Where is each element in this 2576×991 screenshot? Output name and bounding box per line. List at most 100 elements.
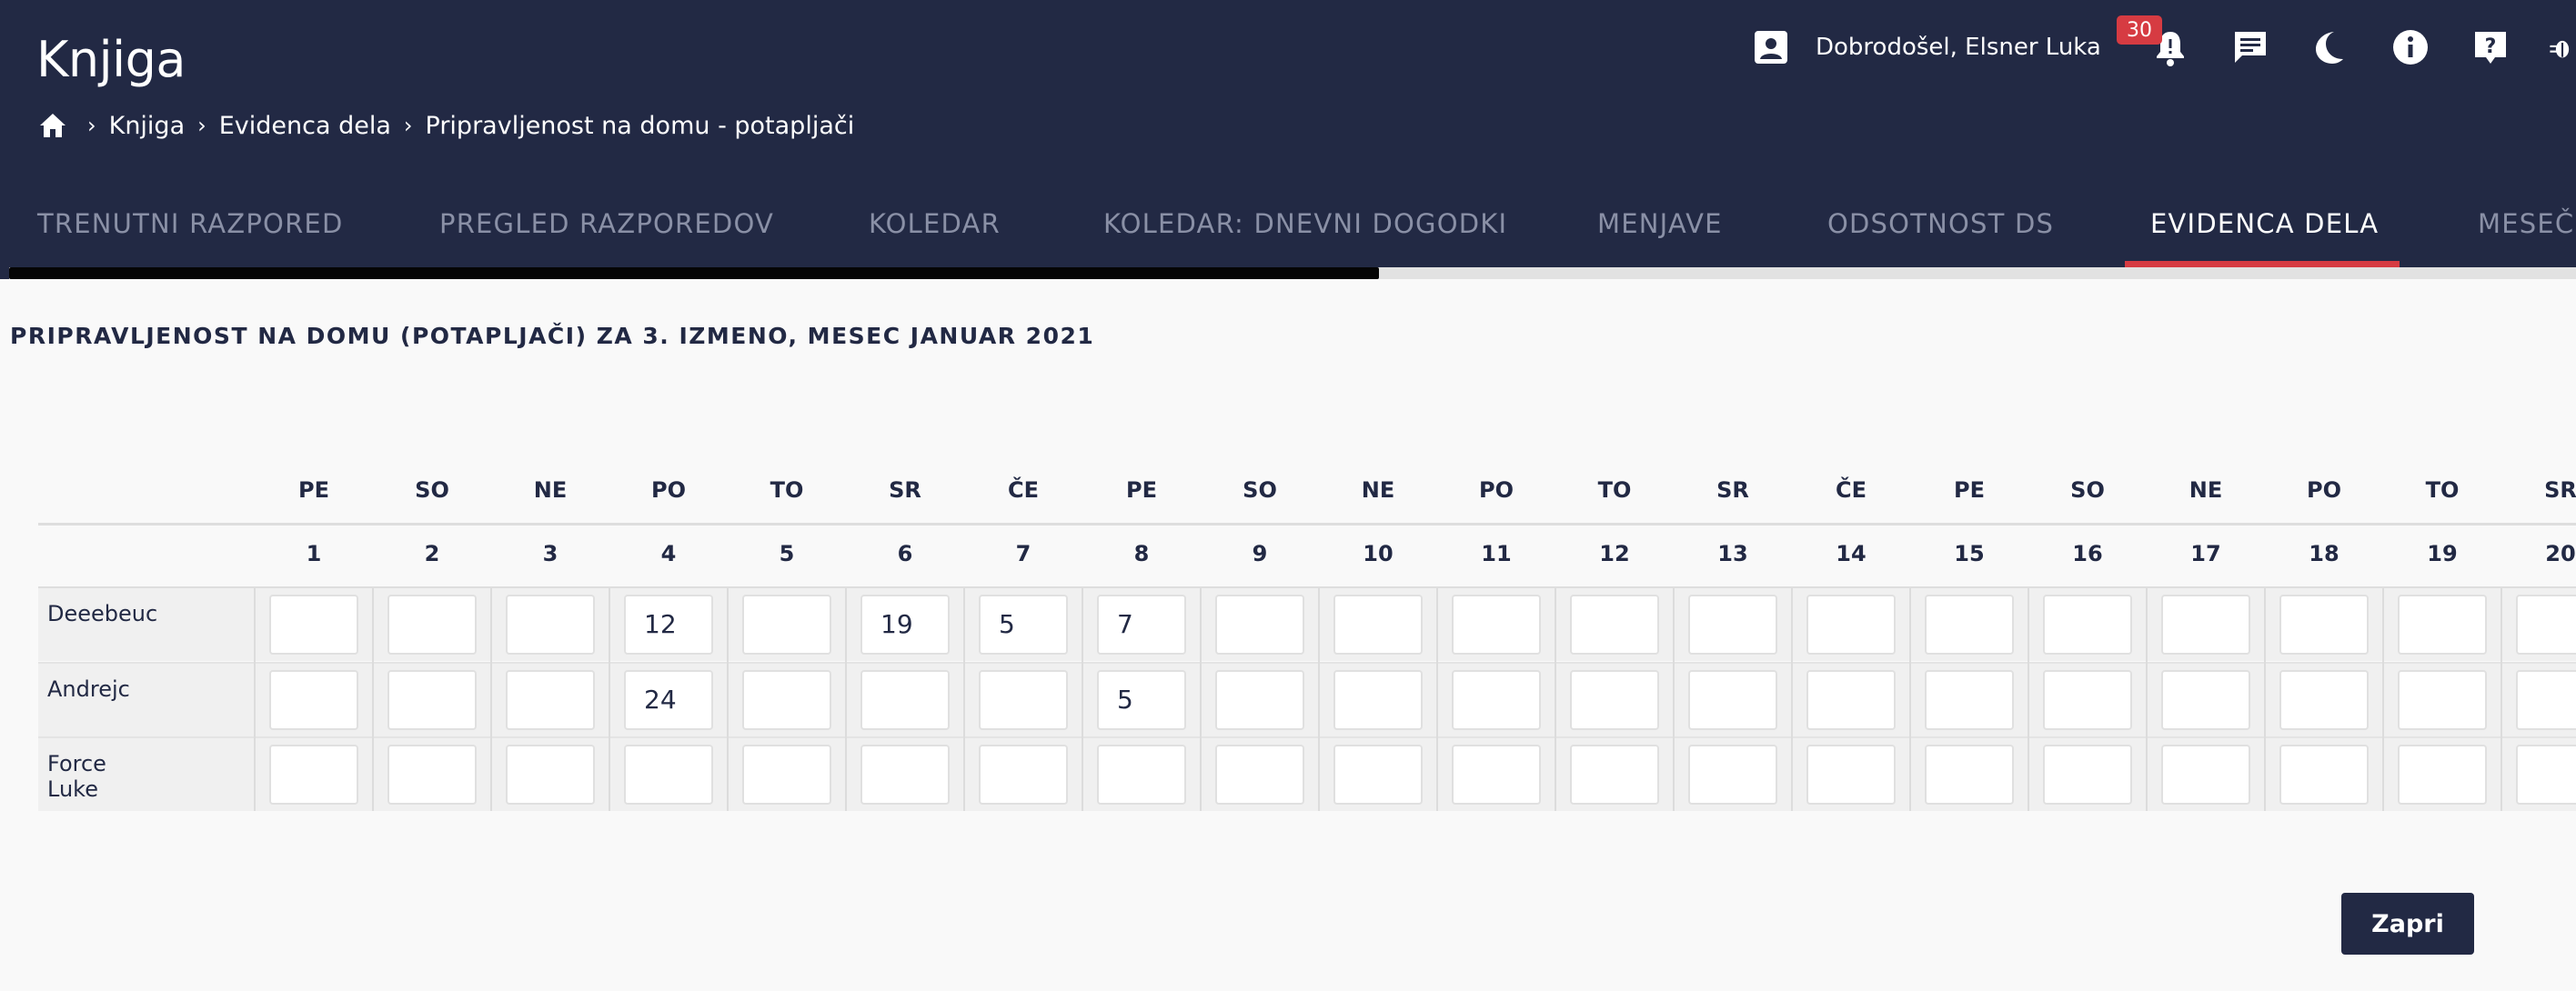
hours-input-cell[interactable] <box>1333 670 1423 730</box>
chevron-right-icon: › <box>87 113 96 138</box>
hours-input-cell[interactable] <box>2516 670 2576 730</box>
hours-input-cell[interactable] <box>860 670 950 730</box>
hours-input-cell[interactable]: 12 <box>624 595 713 655</box>
hours-input-cell[interactable] <box>2279 670 2369 730</box>
tab-menjave[interactable]: MENJAVE <box>1597 202 1723 267</box>
day-number-header: 8 <box>1133 541 1150 566</box>
hours-input-cell[interactable] <box>269 670 358 730</box>
hours-input-cell[interactable] <box>269 595 358 655</box>
hours-input-cell[interactable] <box>1806 745 1896 805</box>
hours-input-cell[interactable] <box>742 670 831 730</box>
hours-input-cell[interactable] <box>269 745 358 805</box>
day-number-header: 13 <box>1717 541 1748 566</box>
hours-input-cell[interactable] <box>2161 670 2250 730</box>
home-icon[interactable] <box>36 109 69 142</box>
breadcrumb-current: Pripravljenost na domu - potapljači <box>425 111 855 140</box>
day-number-header: 5 <box>779 541 795 566</box>
day-number-header: 2 <box>424 541 440 566</box>
hours-input-cell[interactable]: 19 <box>860 595 950 655</box>
close-button[interactable]: Zapri <box>2341 893 2474 955</box>
hours-input-cell[interactable]: 7 <box>1097 595 1186 655</box>
day-number-header: 10 <box>1363 541 1394 566</box>
hours-input-cell[interactable] <box>2161 745 2250 805</box>
hours-input-cell[interactable] <box>979 670 1068 730</box>
tab-koledar-dnevni-dogodki[interactable]: KOLEDAR: DNEVNI DOGODKI <box>1103 202 1507 267</box>
tab-scrollbar-thumb[interactable] <box>9 267 1379 279</box>
hours-input-cell[interactable] <box>2279 595 2369 655</box>
column-divider <box>2028 588 2029 811</box>
app-title: Knjiga <box>36 31 186 88</box>
hours-input-cell[interactable] <box>1688 745 1777 805</box>
hours-input-cell[interactable] <box>1570 745 1659 805</box>
hours-input-cell[interactable] <box>2043 745 2132 805</box>
hours-input-cell[interactable] <box>2516 595 2576 655</box>
user-menu[interactable]: Dobrodošel, Elsner Luka <box>1752 27 2101 67</box>
hours-input-cell[interactable]: 5 <box>979 595 1068 655</box>
tab-trenutni-razpored[interactable]: TRENUTNI RAZPORED <box>37 202 343 267</box>
hours-input-cell[interactable] <box>2398 745 2487 805</box>
hours-input-cell[interactable] <box>1925 595 2014 655</box>
hours-input-cell[interactable] <box>506 745 595 805</box>
breadcrumb-knjiga[interactable]: Knjiga <box>109 112 186 140</box>
bug-icon[interactable] <box>2549 27 2576 67</box>
hours-input-cell[interactable] <box>1215 670 1304 730</box>
hours-input-cell[interactable] <box>1097 745 1186 805</box>
hours-input-cell[interactable] <box>2161 595 2250 655</box>
hours-input-cell[interactable] <box>1452 745 1541 805</box>
column-divider <box>1555 588 1556 811</box>
hours-input-cell[interactable] <box>1688 595 1777 655</box>
hours-input-cell[interactable] <box>387 595 477 655</box>
hours-input-cell[interactable] <box>742 745 831 805</box>
hours-input-cell[interactable] <box>506 670 595 730</box>
hours-input-cell[interactable] <box>1452 595 1541 655</box>
tab-odsotnost-ds[interactable]: ODSOTNOST DS <box>1827 202 2054 267</box>
hours-input-cell[interactable]: 5 <box>1097 670 1186 730</box>
hours-input-cell[interactable] <box>1215 595 1304 655</box>
hours-input-cell[interactable] <box>1333 595 1423 655</box>
column-divider <box>1436 588 1438 811</box>
tab-koledar[interactable]: KOLEDAR <box>869 202 1001 267</box>
info-icon[interactable] <box>2390 27 2430 67</box>
hours-input-cell[interactable] <box>1806 670 1896 730</box>
hours-input-cell[interactable] <box>1333 745 1423 805</box>
hours-input-cell[interactable] <box>1570 595 1659 655</box>
tab-evidenca-dela[interactable]: EVIDENCA DELA <box>2150 202 2379 267</box>
tab-bar: TRENUTNI RAZPORED PREGLED RAZPOREDOV KOL… <box>0 202 2576 267</box>
day-number-header: 7 <box>1015 541 1031 566</box>
hours-input-cell[interactable] <box>2043 595 2132 655</box>
hours-input-cell[interactable] <box>860 745 950 805</box>
hours-input-cell[interactable] <box>387 670 477 730</box>
chat-icon[interactable] <box>2230 27 2270 67</box>
day-name-header: NE <box>533 477 568 503</box>
hours-input-cell[interactable] <box>2516 745 2576 805</box>
hours-input-cell[interactable] <box>1925 745 2014 805</box>
hours-input-cell[interactable] <box>1925 670 2014 730</box>
hours-input-cell[interactable] <box>624 745 713 805</box>
hours-input-cell[interactable] <box>2398 595 2487 655</box>
hours-input-cell[interactable] <box>1688 670 1777 730</box>
day-name-header: SO <box>415 477 449 503</box>
hours-input-cell[interactable] <box>1452 670 1541 730</box>
hours-input-cell[interactable] <box>1806 595 1896 655</box>
column-divider <box>1318 588 1320 811</box>
tab-mesec[interactable]: MESEČ <box>2478 202 2574 267</box>
hours-input-cell[interactable] <box>2279 745 2369 805</box>
tab-pregled-razporedov[interactable]: PREGLED RAZPOREDOV <box>439 202 774 267</box>
moon-icon[interactable] <box>2309 27 2349 67</box>
hours-input-cell[interactable] <box>2398 670 2487 730</box>
hours-input-cell[interactable] <box>387 745 477 805</box>
column-divider <box>845 588 847 811</box>
hours-input-cell[interactable] <box>742 595 831 655</box>
help-icon[interactable]: ? <box>2470 27 2511 67</box>
table-divider <box>38 523 2576 526</box>
hours-input-cell[interactable] <box>1215 745 1304 805</box>
row-name: Andrejc <box>47 676 130 702</box>
day-name-header: NE <box>1361 477 1395 503</box>
hours-input-cell[interactable] <box>506 595 595 655</box>
hours-input-cell[interactable]: 24 <box>624 670 713 730</box>
hours-input-cell[interactable] <box>1570 670 1659 730</box>
hours-input-cell[interactable] <box>979 745 1068 805</box>
hours-input-cell[interactable] <box>2043 670 2132 730</box>
breadcrumb-evidenca-dela[interactable]: Evidenca dela <box>219 112 391 140</box>
row-divider <box>38 662 2576 664</box>
